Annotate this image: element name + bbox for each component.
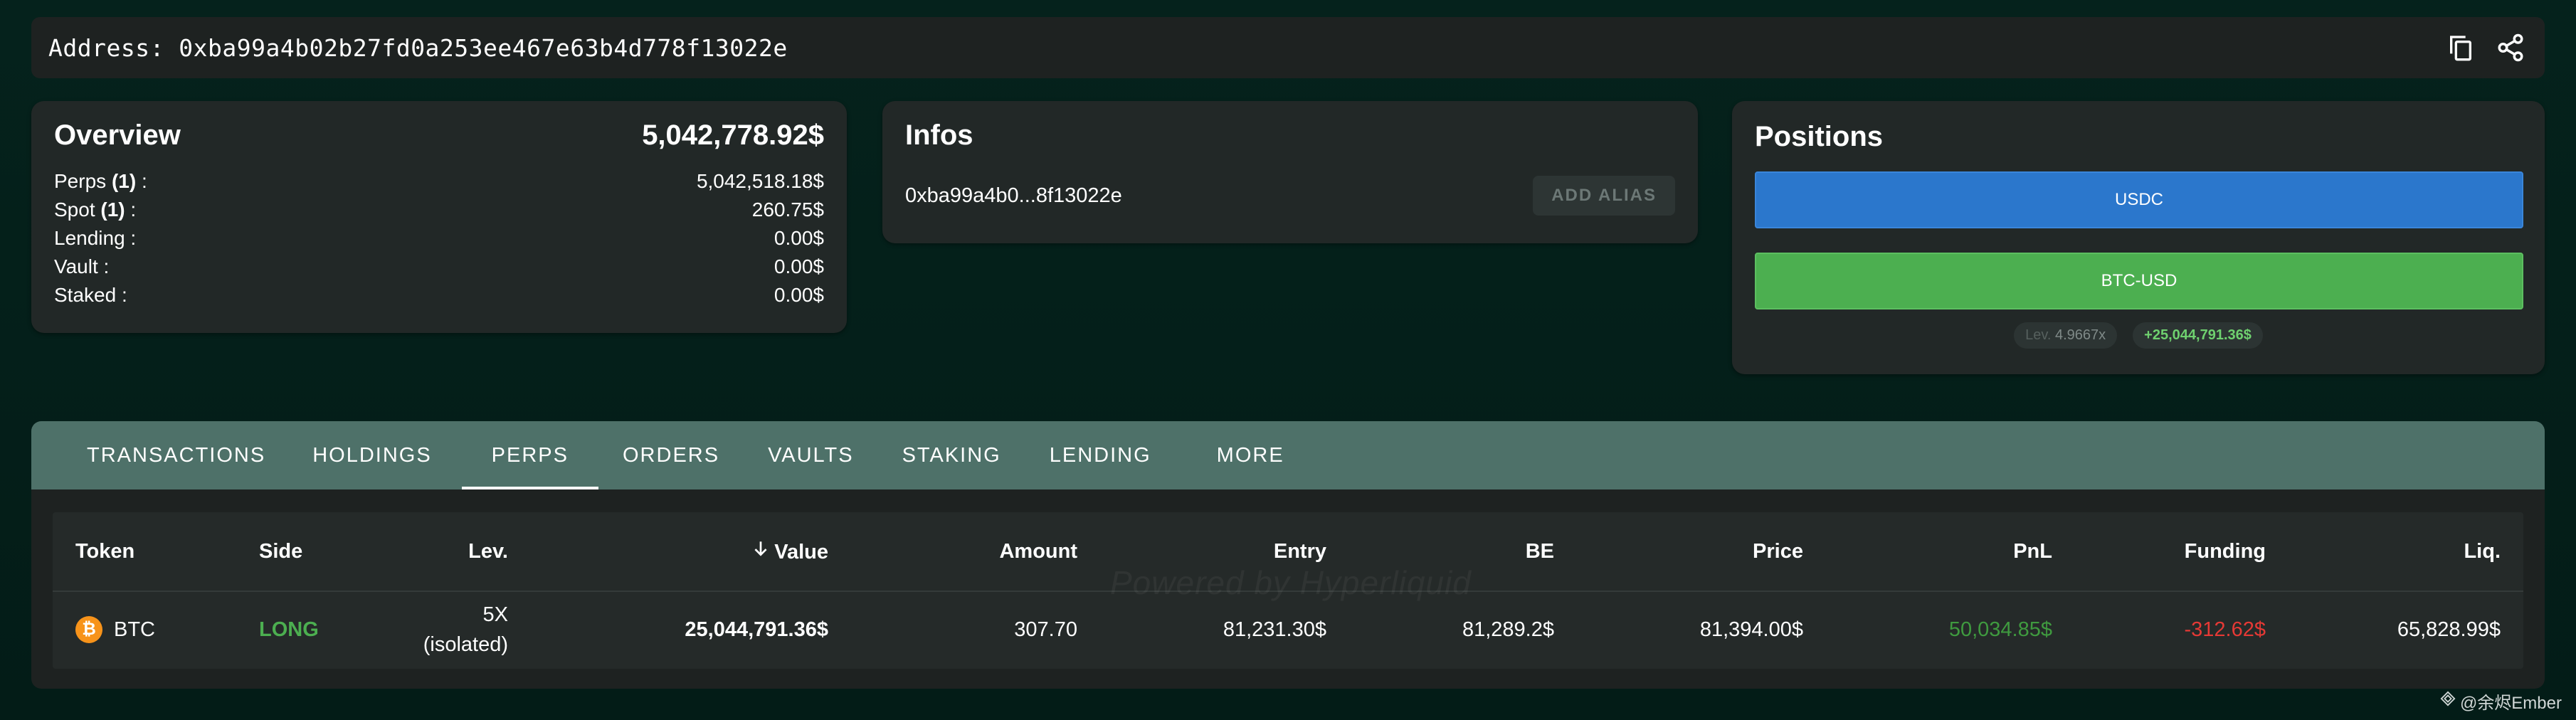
col-value-label: Value — [774, 541, 828, 563]
overview-label: Perps — [54, 170, 107, 192]
col-liq[interactable]: Liq. — [2266, 540, 2523, 563]
table-row[interactable]: ₿ BTC LONG 5X (isolated) 25,044,791.36$ … — [53, 592, 2523, 667]
tab-staking[interactable]: STAKING — [878, 421, 1025, 489]
col-lev[interactable]: Lev. — [373, 540, 508, 563]
address-actions — [2444, 31, 2528, 65]
pnl-chip: +25,044,791.36$ — [2133, 322, 2263, 349]
leverage-cell: 5X (isolated) — [373, 600, 508, 660]
overview-count: (1) — [111, 170, 137, 192]
tab-lending[interactable]: LENDING — [1025, 421, 1193, 489]
value-cell: 25,044,791.36$ — [685, 618, 828, 641]
col-value[interactable]: Value — [508, 539, 828, 564]
leverage-chip: Lev. 4.9667x — [2014, 322, 2118, 349]
col-pnl[interactable]: PnL — [1803, 540, 2052, 563]
credit-text: @余烬Ember — [2459, 694, 2562, 713]
overview-row-spot: Spot (1) : 260.75$ — [54, 196, 824, 224]
infos-title: Infos — [905, 120, 973, 151]
overview-value: 0.00$ — [774, 284, 824, 306]
be-cell: 81,289.2$ — [1462, 618, 1554, 641]
usdc-position-bar[interactable]: USDC — [1755, 171, 2523, 228]
overview-row-vault: Vault : 0.00$ — [54, 253, 824, 281]
entry-cell: 81,231.30$ — [1223, 618, 1326, 641]
tab-perps[interactable]: PERPS — [461, 421, 599, 489]
credit-tag: @余烬Ember — [2440, 689, 2562, 714]
diamond-icon — [2440, 691, 2456, 711]
price-cell: 81,394.00$ — [1699, 618, 1803, 641]
col-funding[interactable]: Funding — [2052, 540, 2266, 563]
overview-value: 0.00$ — [774, 227, 824, 249]
leverage-value: 4.9667x — [2055, 327, 2106, 343]
positions-title: Positions — [1755, 121, 1884, 152]
leverage-label: Lev. — [2025, 327, 2052, 343]
overview-title: Overview — [54, 120, 181, 151]
overview-card: Overview 5,042,778.92$ Perps (1) : 5,042… — [31, 101, 847, 333]
pnl-cell: 50,034.85$ — [1948, 618, 2052, 641]
position-chips: Lev. 4.9667x +25,044,791.36$ — [1755, 322, 2522, 349]
amount-cell: 307.70 — [1014, 618, 1077, 641]
tab-transactions[interactable]: TRANSACTIONS — [50, 421, 290, 489]
overview-total: 5,042,778.92$ — [642, 120, 824, 151]
overview-label: Staked : — [54, 284, 127, 306]
col-amount[interactable]: Amount — [828, 540, 1077, 563]
col-price[interactable]: Price — [1554, 540, 1803, 563]
overview-value: 5,042,518.18$ — [696, 170, 824, 192]
col-token[interactable]: Token — [53, 540, 259, 563]
overview-count: (1) — [100, 198, 125, 221]
overview-label: Lending : — [54, 227, 137, 249]
side-cell: LONG — [259, 618, 319, 641]
overview-label: Spot — [54, 198, 95, 221]
overview-suffix: : — [136, 170, 147, 192]
infos-card: Infos 0xba99a4b0...8f13022e ADD ALIAS — [882, 101, 1698, 243]
address-bar: Address: 0xba99a4b02b27fd0a253ee467e63b4… — [31, 17, 2545, 78]
copy-icon[interactable] — [2444, 31, 2478, 65]
details-panel: TRANSACTIONS HOLDINGS PERPS ORDERS VAULT… — [31, 421, 2545, 689]
address-label: Address: 0xba99a4b02b27fd0a253ee467e63b4… — [48, 33, 788, 62]
add-alias-button[interactable]: ADD ALIAS — [1533, 176, 1675, 216]
short-address: 0xba99a4b0...8f13022e — [905, 184, 1122, 207]
share-icon[interactable] — [2493, 31, 2528, 65]
btc-usd-position-bar[interactable]: BTC-USD — [1755, 253, 2523, 309]
watermark: Powered by Hyperliquid — [1110, 564, 1472, 601]
leverage-amount: 5X — [482, 603, 508, 626]
overview-value: 0.00$ — [774, 255, 824, 277]
tab-orders[interactable]: ORDERS — [598, 421, 744, 489]
token-cell: ₿ BTC — [53, 616, 259, 643]
overview-row-staked: Staked : 0.00$ — [54, 281, 824, 309]
tab-bar: TRANSACTIONS HOLDINGS PERPS ORDERS VAULT… — [31, 421, 2545, 489]
overview-row-perps: Perps (1) : 5,042,518.18$ — [54, 167, 824, 196]
overview-row-lending: Lending : 0.00$ — [54, 224, 824, 253]
liq-cell: 65,828.99$ — [2397, 618, 2501, 641]
tab-holdings[interactable]: HOLDINGS — [290, 421, 461, 489]
col-side[interactable]: Side — [259, 540, 373, 563]
leverage-mode: (isolated) — [423, 633, 508, 656]
overview-label: Vault : — [54, 255, 110, 277]
col-entry[interactable]: Entry — [1077, 540, 1326, 563]
positions-card: Positions USDC BTC-USD Lev. 4.9667x +25,… — [1732, 101, 2545, 374]
tab-more[interactable]: MORE — [1193, 421, 1309, 489]
bitcoin-icon: ₿ — [75, 616, 102, 643]
col-be[interactable]: BE — [1326, 540, 1554, 563]
tab-vaults[interactable]: VAULTS — [744, 421, 878, 489]
sort-down-icon — [751, 539, 770, 564]
token-name: BTC — [114, 618, 155, 641]
overview-value: 260.75$ — [751, 198, 824, 221]
overview-suffix: : — [125, 198, 137, 221]
overview-breakdown: Perps (1) : 5,042,518.18$ Spot (1) : 260… — [54, 167, 824, 309]
funding-cell: -312.62$ — [2184, 618, 2266, 641]
